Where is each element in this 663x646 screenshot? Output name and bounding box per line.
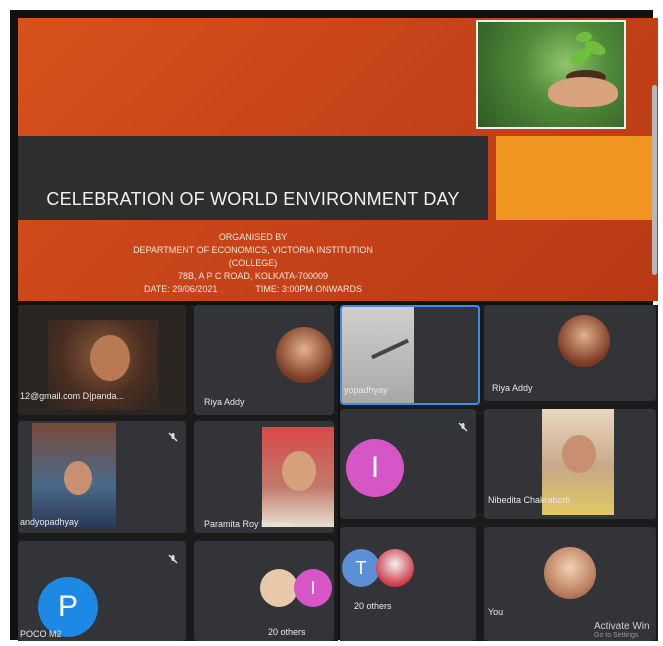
participant-tile[interactable]: Paramita Roy Biswas (194, 421, 334, 533)
participant-tile[interactable]: Riya Addy (194, 305, 334, 415)
plant-in-hands-photo (476, 20, 626, 129)
department-text: DEPARTMENT OF ECONOMICS, VICTORIA INSTIT… (133, 245, 373, 268)
meet-grid-right: yopadhyay Riya Addy I Nibedita Chakrabor… (340, 305, 658, 641)
event-banner: CELEBRATION OF WORLD ENVIRONMENT DAY ORG… (18, 18, 658, 301)
participant-tile[interactable]: 12@gmail.com D|panda... (18, 305, 186, 415)
participant-avatar: P (38, 577, 98, 637)
participant-face (562, 435, 596, 473)
participant-name: Nibedita Chakraborti (488, 495, 571, 505)
mic-off-icon (458, 419, 468, 432)
hands-shape (548, 77, 618, 107)
watermark-title: Activate Win (594, 621, 650, 632)
event-title: CELEBRATION OF WORLD ENVIRONMENT DAY (46, 189, 460, 209)
address-text: 78B, A P C ROAD, KOLKATA-700009 (177, 271, 329, 281)
participant-tile[interactable]: You Activate Win Go to Settings (484, 527, 656, 641)
meet-grid-left: 12@gmail.com D|panda... Riya Addy andyop… (18, 305, 338, 641)
participant-tile[interactable]: T 20 others (340, 527, 476, 641)
participant-face (282, 451, 316, 491)
accent-box (496, 136, 656, 220)
participant-face (90, 335, 130, 381)
scrollbar[interactable] (652, 85, 657, 275)
others-count: 20 others (354, 601, 392, 611)
participant-avatar: I (346, 439, 404, 497)
participant-name: 12@gmail.com D|panda... (20, 391, 125, 401)
event-time: TIME: 3:00PM ONWARDS (255, 284, 363, 294)
participant-avatar (544, 547, 596, 599)
participant-name: yopadhyay (344, 385, 388, 395)
participant-name: Paramita Roy Biswas (204, 519, 290, 529)
participant-name: POCO M2 (20, 629, 62, 639)
participant-avatar (376, 549, 414, 587)
participant-tile[interactable]: P POCO M2 (18, 541, 186, 641)
activate-windows-watermark: Activate Win Go to Settings (594, 621, 650, 639)
event-date: DATE: 29/06/2021 (143, 284, 218, 294)
organiser-info: ORGANISED BY DEPARTMENT OF ECONOMICS, VI… (108, 231, 398, 296)
participant-name: Riya Addy (204, 397, 245, 407)
participant-tile[interactable]: Riya Addy (484, 305, 656, 401)
mic-off-icon (168, 551, 178, 564)
participant-tile[interactable]: andyopadhyay (18, 421, 186, 533)
others-count: 20 others (268, 627, 306, 637)
participant-tile[interactable]: I (340, 409, 476, 519)
participant-avatar (558, 315, 610, 367)
watermark-subtitle: Go to Settings (594, 632, 639, 639)
participant-name: Riya Addy (492, 383, 533, 393)
participant-name: andyopadhyay (20, 517, 79, 527)
participant-avatar: I (294, 569, 332, 607)
organised-by-label: ORGANISED BY (218, 232, 288, 242)
participant-face (64, 461, 92, 495)
participant-avatar (276, 327, 332, 383)
mic-off-icon (168, 429, 178, 442)
participant-avatar: T (342, 549, 380, 587)
participant-avatar (260, 569, 298, 607)
participant-name: You (488, 607, 504, 617)
participant-tile[interactable]: I 20 others (194, 541, 334, 641)
participant-tile[interactable]: Nibedita Chakraborti (484, 409, 656, 519)
participant-tile[interactable]: yopadhyay (340, 305, 480, 405)
